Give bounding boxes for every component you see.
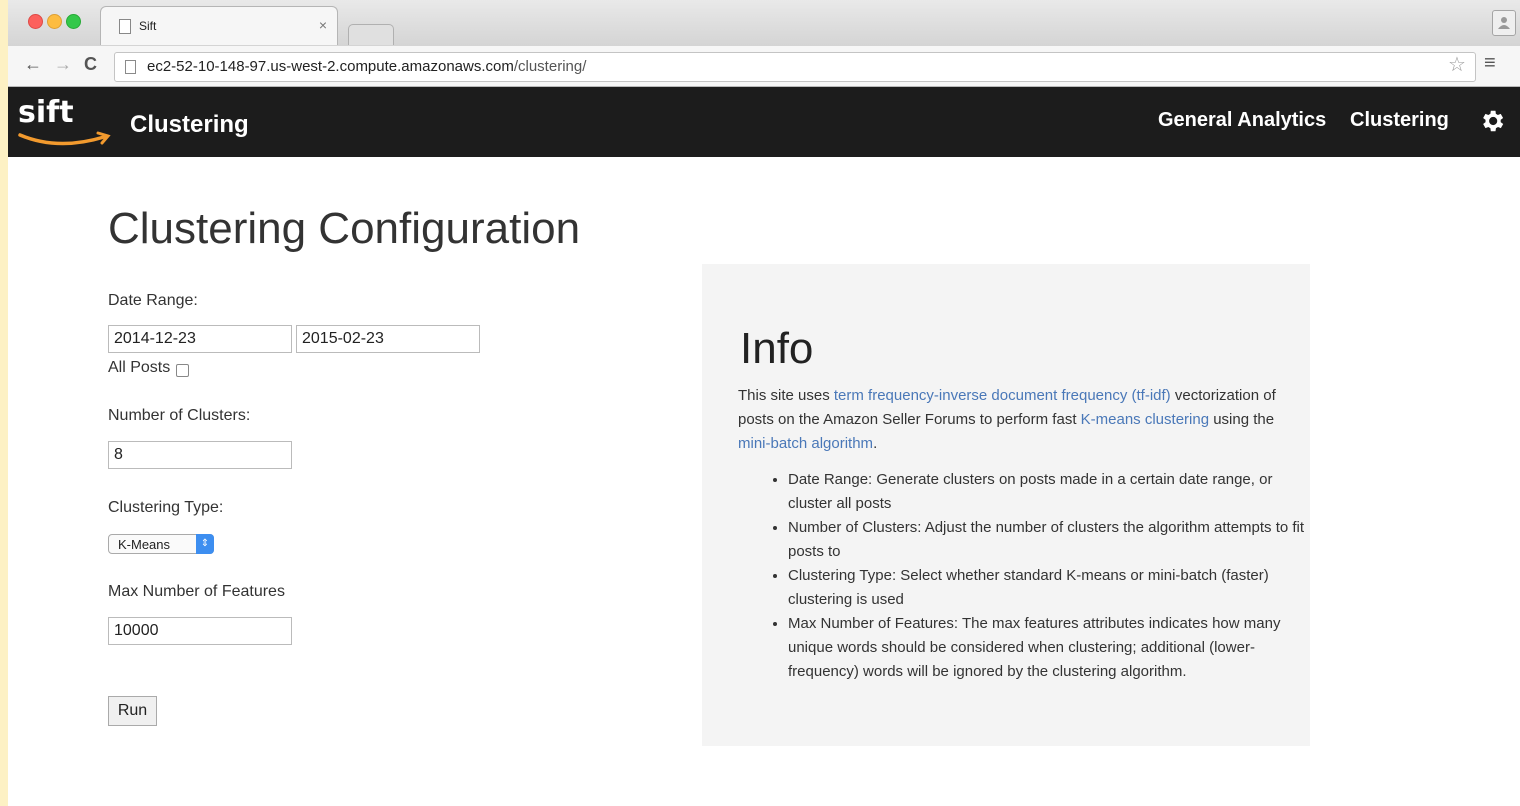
list-item: Max Number of Features: The max features… [788, 612, 1318, 684]
app-navbar: sift Clustering General Analytics Cluste… [8, 87, 1520, 157]
url-path: /clustering/ [513, 58, 587, 75]
info-desc-text: using the [1209, 411, 1275, 428]
gear-icon[interactable] [1478, 107, 1506, 135]
select-arrows-icon: ⇕ [196, 534, 214, 554]
browser-toolbar: ← → C ec2-52-10-148-97.us-west-2.compute… [8, 46, 1520, 87]
browser-tab[interactable]: Sift × [100, 6, 338, 45]
num-clusters-label: Number of Clusters: [108, 407, 251, 424]
all-posts-checkbox[interactable] [176, 364, 189, 377]
url-host: ec2-52-10-148-97.us-west-2.compute.amazo… [147, 58, 514, 75]
zoom-window-button[interactable] [66, 14, 81, 29]
start-date-input[interactable] [108, 325, 292, 353]
clustering-type-label: Clustering Type: [108, 499, 224, 516]
brand-logo[interactable]: sift [18, 95, 74, 130]
browser-titlebar: Sift × [8, 0, 1520, 46]
kmeans-link[interactable]: K-means clustering [1081, 411, 1209, 428]
tab-close-icon[interactable]: × [319, 17, 327, 33]
date-range-label: Date Range: [108, 292, 198, 309]
close-window-button[interactable] [28, 14, 43, 29]
new-tab-button[interactable] [348, 24, 394, 45]
profile-icon[interactable] [1492, 10, 1516, 36]
back-icon[interactable]: ← [24, 54, 42, 75]
address-bar[interactable]: ec2-52-10-148-97.us-west-2.compute.amazo… [114, 52, 1476, 82]
brand-smile-icon [18, 131, 111, 146]
num-clusters-input[interactable] [108, 441, 292, 469]
list-item: Clustering Type: Select whether standard… [788, 564, 1318, 612]
list-item: Number of Clusters: Adjust the number of… [788, 516, 1318, 564]
tab-title: Sift [139, 19, 157, 33]
info-panel: Info This site uses term frequency-inver… [702, 264, 1310, 746]
browser-window: Sift × ← → C ec2-52-10-148-97.us-west-2.… [8, 0, 1520, 806]
bookmark-star-icon[interactable]: ☆ [1448, 52, 1466, 77]
max-features-label: Max Number of Features [108, 583, 285, 600]
info-desc-text: This site uses [738, 387, 834, 404]
max-features-input[interactable] [108, 617, 292, 645]
info-description: This site uses term frequency-inverse do… [738, 384, 1278, 456]
minibatch-link[interactable]: mini-batch algorithm [738, 435, 873, 452]
info-title: Info [740, 324, 814, 373]
clustering-type-value: K-Means [118, 537, 171, 552]
info-list: Date Range: Generate clusters on posts m… [740, 468, 1318, 684]
list-item: Date Range: Generate clusters on posts m… [788, 468, 1318, 516]
page-icon [125, 60, 136, 74]
forward-icon[interactable]: → [54, 54, 72, 75]
page-title: Clustering Configuration [108, 204, 581, 253]
url-text: ec2-52-10-148-97.us-west-2.compute.amazo… [147, 58, 586, 75]
minimize-window-button[interactable] [47, 14, 62, 29]
reload-icon[interactable]: C [84, 54, 97, 75]
all-posts-label: All Posts [108, 359, 171, 376]
nav-link-clustering[interactable]: Clustering [1350, 109, 1449, 132]
nav-link-general-analytics[interactable]: General Analytics [1158, 109, 1326, 132]
run-button[interactable]: Run [108, 696, 157, 726]
navbar-page-title: Clustering [130, 111, 249, 138]
tfidf-link[interactable]: term frequency-inverse document frequenc… [834, 387, 1171, 404]
info-desc-text: . [873, 435, 878, 452]
page-icon [119, 19, 131, 34]
clustering-type-select[interactable]: K-Means ⇕ [108, 534, 214, 554]
end-date-input[interactable] [296, 325, 480, 353]
browser-menu-icon[interactable]: ≡ [1484, 52, 1496, 75]
